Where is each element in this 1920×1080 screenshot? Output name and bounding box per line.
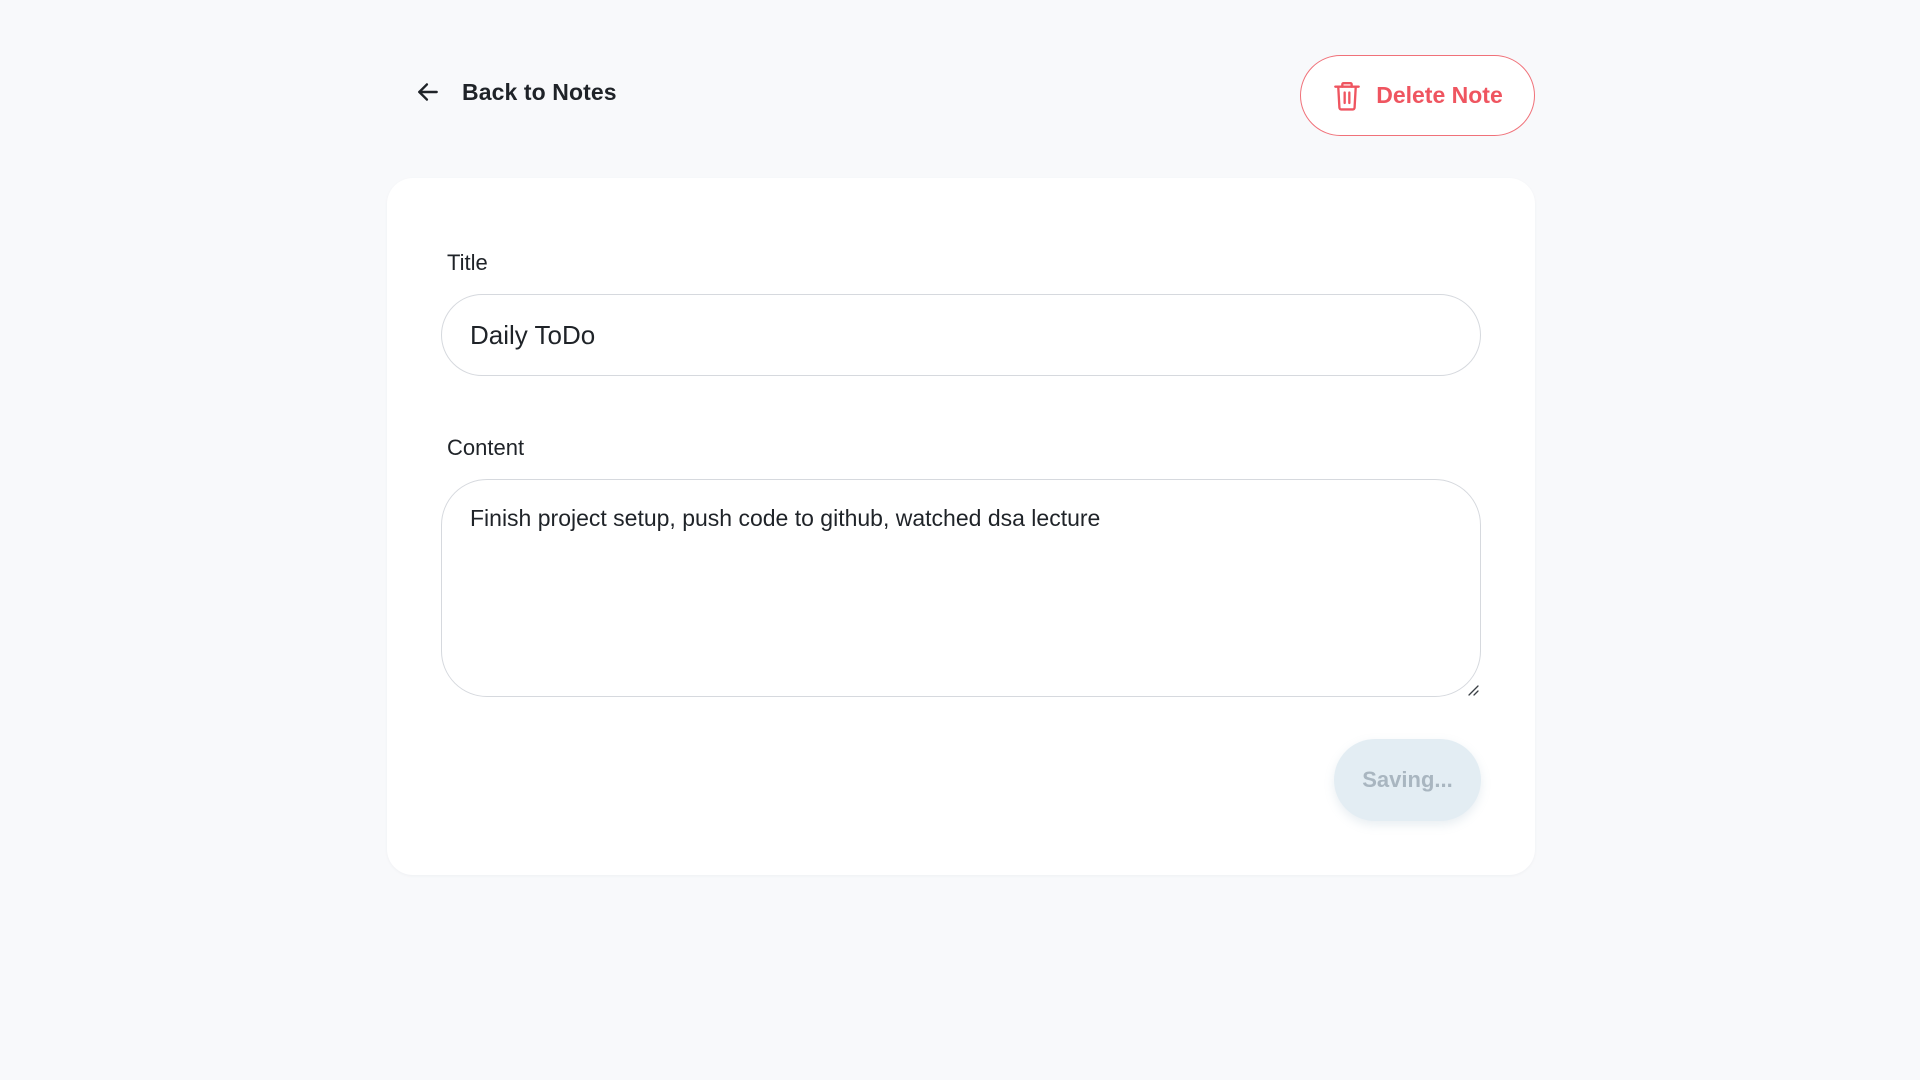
delete-note-label: Delete Note bbox=[1376, 82, 1503, 108]
content-label: Content bbox=[447, 435, 525, 460]
note-form-card: Title Content Finish project setup, push… bbox=[387, 178, 1535, 875]
arrow-left-icon bbox=[414, 78, 442, 106]
top-bar: Back to Notes Delete Note bbox=[387, 0, 1535, 178]
trash-icon bbox=[1332, 80, 1362, 112]
note-editor-page: Back to Notes Delete Note Title Co bbox=[0, 0, 1920, 1080]
back-to-notes-link[interactable]: Back to Notes bbox=[414, 78, 617, 106]
editor-container: Back to Notes Delete Note Title Co bbox=[387, 0, 1535, 875]
delete-note-button[interactable]: Delete Note bbox=[1300, 55, 1535, 136]
title-label: Title bbox=[447, 250, 488, 275]
content-textarea[interactable]: Finish project setup, push code to githu… bbox=[441, 479, 1481, 697]
back-to-notes-label: Back to Notes bbox=[462, 78, 617, 105]
save-button[interactable]: Saving... bbox=[1334, 739, 1481, 821]
resize-grip-icon[interactable] bbox=[1467, 683, 1479, 696]
title-input[interactable] bbox=[441, 294, 1481, 376]
